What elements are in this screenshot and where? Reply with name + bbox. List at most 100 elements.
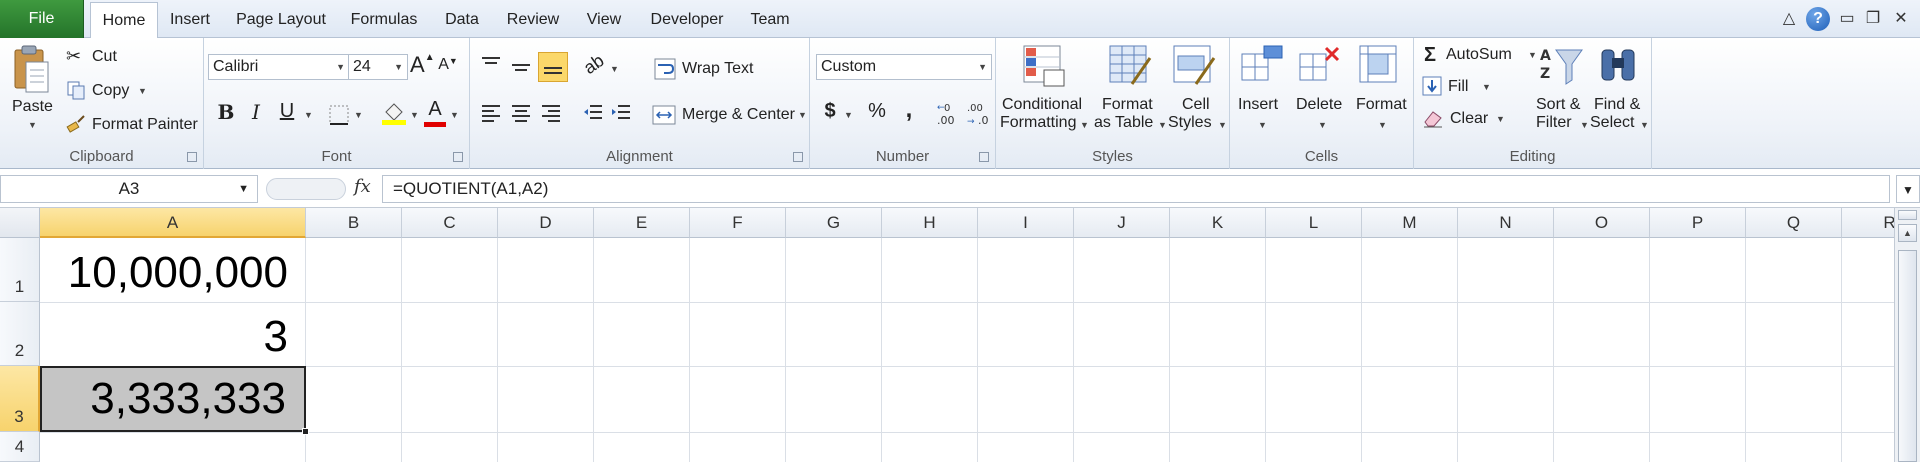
column-header-i[interactable]: I (978, 208, 1074, 238)
tab-insert[interactable]: Insert (162, 2, 218, 38)
borders-icon[interactable] (328, 104, 350, 126)
scrollbar-thumb[interactable] (1898, 250, 1917, 462)
tab-data[interactable]: Data (436, 2, 488, 38)
dialog-launcher-icon[interactable]: . (793, 152, 803, 162)
column-header-j[interactable]: J (1074, 208, 1170, 238)
split-handle[interactable] (1898, 210, 1917, 220)
cell-a2[interactable]: 3 (40, 308, 306, 366)
scroll-up-icon[interactable]: ▲ (1898, 224, 1917, 242)
help-icon[interactable]: ? (1806, 7, 1830, 31)
fill-button[interactable]: Fill ▼ (1422, 76, 1502, 100)
tab-review[interactable]: Review (500, 2, 566, 38)
fill-color-icon[interactable] (382, 100, 406, 126)
tab-file[interactable]: File (0, 0, 84, 38)
column-header-n[interactable]: N (1458, 208, 1554, 238)
column-header-o[interactable]: O (1554, 208, 1650, 238)
paste-button[interactable]: Paste ▼ (8, 40, 56, 136)
align-middle-icon[interactable] (510, 56, 532, 78)
tab-team[interactable]: Team (744, 2, 796, 38)
row-header-4[interactable]: 4 (0, 432, 40, 462)
chevron-down-icon[interactable]: ▼ (238, 176, 249, 202)
chevron-down-icon[interactable]: ▼ (410, 110, 419, 120)
format-as-table-button[interactable]: Format as Table ▼ (1094, 44, 1167, 140)
formula-bar-resize-handle[interactable] (266, 178, 346, 200)
orientation-icon[interactable]: ab (580, 50, 608, 79)
tab-formulas[interactable]: Formulas (344, 2, 424, 38)
delete-cells-button[interactable]: Delete ▼ (1292, 44, 1350, 140)
dialog-launcher-icon[interactable]: . (453, 152, 463, 162)
tab-home[interactable]: Home (90, 2, 158, 39)
cell-a1[interactable]: 10,000,000 (40, 244, 306, 302)
chevron-down-icon[interactable]: ▼ (610, 64, 619, 74)
format-cells-button[interactable]: Format ▼ (1352, 44, 1410, 140)
chevron-down-icon[interactable]: ▼ (450, 110, 459, 120)
chevron-down-icon[interactable]: ▼ (844, 110, 853, 120)
column-header-l[interactable]: L (1266, 208, 1362, 238)
column-header-r[interactable]: R (1842, 208, 1894, 238)
close-icon[interactable]: ✕ (1890, 6, 1912, 32)
shrink-font-button[interactable]: A▼ (436, 56, 460, 74)
column-header-b[interactable]: B (306, 208, 402, 238)
column-header-g[interactable]: G (786, 208, 882, 238)
decrease-decimal-icon[interactable]: .00 → .0 (966, 100, 994, 126)
font-color-button[interactable]: A (424, 98, 446, 127)
tab-page-layout[interactable]: Page Layout (228, 2, 334, 38)
name-box[interactable]: A3 ▼ (0, 175, 258, 203)
row-header-1[interactable]: 1 (0, 238, 40, 302)
align-right-icon[interactable] (540, 102, 562, 124)
column-header-k[interactable]: K (1170, 208, 1266, 238)
currency-button[interactable]: $ (820, 100, 840, 123)
align-center-icon[interactable] (510, 102, 532, 124)
italic-button[interactable]: I (244, 100, 268, 124)
insert-cells-button[interactable]: Insert ▼ (1234, 44, 1290, 140)
restore-icon[interactable]: ❐ (1862, 6, 1884, 32)
format-painter-button[interactable]: Format Painter (66, 114, 200, 138)
conditional-formatting-button[interactable]: Conditional Formatting ▼ (1000, 44, 1089, 140)
minimize-icon[interactable]: ▭ (1836, 6, 1858, 32)
insert-function-button[interactable]: fx (354, 176, 371, 197)
tab-developer[interactable]: Developer (642, 2, 732, 38)
cell-styles-button[interactable]: Cell Styles ▼ (1168, 44, 1227, 140)
font-size-select[interactable]: 24 ▼ (348, 54, 408, 80)
align-bottom-button[interactable] (538, 52, 568, 82)
increase-decimal-icon[interactable]: ← 0.00 (936, 100, 964, 126)
align-top-icon[interactable] (480, 54, 502, 76)
grow-font-button[interactable]: A▲ (410, 52, 435, 78)
cut-button[interactable]: ✂ Cut (66, 46, 146, 70)
align-left-icon[interactable] (480, 102, 502, 124)
column-header-f[interactable]: F (690, 208, 786, 238)
font-family-select[interactable]: Calibri ▼ (208, 54, 350, 80)
clear-button[interactable]: Clear ▼ (1422, 108, 1506, 132)
chevron-down-icon[interactable]: ▼ (304, 110, 313, 120)
select-all-button[interactable] (0, 208, 40, 238)
merge-center-button[interactable]: Merge & Center ▼ (652, 102, 808, 128)
fill-handle[interactable] (302, 428, 309, 435)
column-header-d[interactable]: D (498, 208, 594, 238)
expand-formula-bar-icon[interactable]: ▼ (1896, 175, 1920, 203)
copy-button[interactable]: Copy ▼ (66, 80, 156, 104)
ribbon-collapse-icon[interactable]: △ (1778, 6, 1800, 32)
column-header-m[interactable]: M (1362, 208, 1458, 238)
dialog-launcher-icon[interactable]: . (187, 152, 197, 162)
decrease-indent-icon[interactable] (582, 102, 604, 124)
row-header-2[interactable]: 2 (0, 302, 40, 366)
dialog-launcher-icon[interactable]: . (979, 152, 989, 162)
bold-button[interactable]: B (214, 100, 238, 124)
column-header-h[interactable]: H (882, 208, 978, 238)
column-header-p[interactable]: P (1650, 208, 1746, 238)
underline-button[interactable]: U (274, 100, 300, 123)
sort-filter-button[interactable]: A Z Sort & Filter ▼ (1532, 44, 1590, 140)
percent-button[interactable]: % (864, 100, 890, 123)
number-format-select[interactable]: Custom ▼ (816, 54, 992, 80)
autosum-button[interactable]: Σ AutoSum ▼ (1422, 44, 1540, 68)
column-header-a[interactable]: A (40, 208, 306, 238)
column-header-q[interactable]: Q (1746, 208, 1842, 238)
chevron-down-icon[interactable]: ▼ (354, 110, 363, 120)
column-header-c[interactable]: C (402, 208, 498, 238)
wrap-text-button[interactable]: Wrap Text (654, 58, 804, 84)
find-select-button[interactable]: Find & Select ▼ (1590, 44, 1650, 140)
tab-view[interactable]: View (578, 2, 630, 38)
formula-input[interactable]: =QUOTIENT(A1,A2) (382, 175, 1890, 203)
row-header-3[interactable]: 3 (0, 366, 40, 432)
cell-a3[interactable]: 3,333,333 (40, 366, 306, 432)
